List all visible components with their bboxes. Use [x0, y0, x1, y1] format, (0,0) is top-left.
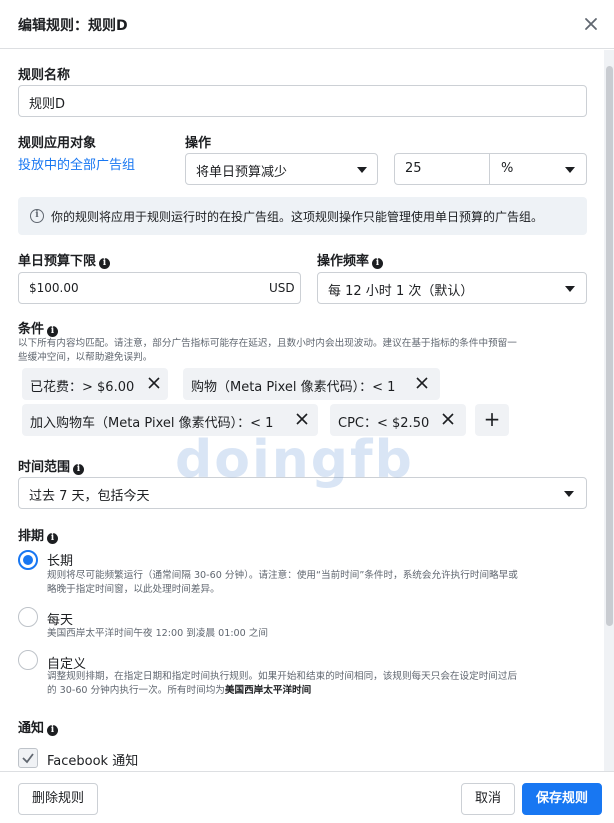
min-budget-label-text: 单日预算下限 [18, 254, 97, 269]
info-icon[interactable]: i [47, 725, 59, 736]
delete-rule-button[interactable]: 删除规则 [18, 783, 98, 815]
min-budget-label: 单日预算下限 i [18, 250, 111, 269]
chevron-down-icon [357, 167, 367, 173]
schedule-description-text: 的 30-60 分钟内执行一次。所有时间均为 [47, 685, 225, 696]
condition-chip[interactable]: 购物（Meta Pixel 像素代码）：< 1 [183, 368, 440, 400]
action-amount-group: 25 % [394, 153, 587, 185]
close-icon[interactable] [580, 13, 602, 35]
rule-name-value: 规则D [29, 97, 66, 112]
info-icon[interactable]: i [99, 258, 111, 269]
cancel-button[interactable]: 取消 [461, 783, 515, 815]
notify-label-text: 通知 [18, 721, 45, 736]
dialog-header: 编辑规则：规则D [0, 0, 614, 49]
scrollbar-thumb[interactable] [606, 66, 613, 626]
schedule-label: 排期 i [18, 525, 59, 544]
time-range-label-text: 时间范围 [18, 460, 71, 475]
info-icon[interactable]: i [372, 258, 384, 269]
divider [489, 154, 490, 184]
condition-chip-text: CPC：< $2.50 [338, 416, 430, 431]
dialog-body: 规则名称 规则D 规则应用对象 投放中的全部广告组 操作 将单日预算减少 25 … [0, 50, 604, 771]
scrollbar[interactable] [604, 50, 614, 771]
action-selected-value: 将单日预算减少 [196, 165, 288, 180]
conditions-description-line: 些缓冲空间，以帮助避免误判。 [18, 352, 153, 363]
conditions-label: 条件 i [18, 318, 59, 337]
condition-chip-text: 加入购物车（Meta Pixel 像素代码）：< 1 [30, 416, 274, 431]
applies-to-link[interactable]: 投放中的全部广告组 [18, 154, 135, 173]
action-unit-select[interactable]: % [501, 161, 513, 176]
schedule-option-description: 调整规则排期，在指定日期和指定时间执行规则。如果开始和结束的时间相同，该规则每天… [47, 670, 587, 698]
info-icon[interactable]: i [47, 326, 59, 337]
facebook-notify-checkbox[interactable] [18, 748, 38, 768]
applies-to-label: 规则应用对象 [18, 136, 97, 151]
min-budget-input[interactable]: $100.00 USD [18, 272, 301, 304]
frequency-label: 操作频率 i [317, 250, 384, 269]
info-icon[interactable]: i [47, 533, 59, 544]
currency-label: USD [269, 281, 295, 295]
timezone-emphasis: 美国西岸太平洋时间 [224, 685, 312, 696]
rule-name-label: 规则名称 [18, 68, 71, 83]
min-budget-value: $100.00 [29, 281, 79, 295]
close-icon[interactable] [145, 374, 163, 392]
notice-text: 你的规则将应用于规则运行时的在投广告组。这项规则操作只能管理使用单日预算的广告组… [51, 210, 544, 224]
schedule-radio-daily[interactable] [18, 607, 38, 627]
action-label: 操作 [185, 136, 212, 151]
schedule-description-line: 略晚于指定时间窗，以此处理时间差异。 [47, 584, 220, 595]
time-range-selected-value: 过去 7 天，包括今天 [29, 489, 150, 504]
conditions-label-text: 条件 [18, 322, 45, 337]
schedule-description-line: 调整规则排期，在指定日期和指定时间执行规则。如果开始和结束的时间相同，该规则每天… [47, 671, 518, 682]
schedule-option-title: 长期 [47, 554, 74, 569]
info-notice: i 你的规则将应用于规则运行时的在投广告组。这项规则操作只能管理使用单日预算的广… [18, 197, 587, 235]
frequency-select[interactable]: 每 12 小时 1 次（默认） [317, 272, 587, 304]
notify-label: 通知 i [18, 717, 59, 736]
action-select[interactable]: 将单日预算减少 [185, 153, 378, 185]
schedule-description-line: 规则将尽可能频繁运行（通常间隔 30-60 分钟）。请注意：使用“当前时间”条件… [47, 570, 518, 581]
schedule-radio-continuous[interactable] [18, 550, 38, 570]
dialog-footer: 删除规则 取消 保存规则 [0, 771, 614, 823]
close-icon[interactable] [413, 374, 431, 392]
rule-name-input[interactable]: 规则D [18, 85, 587, 117]
schedule-option-description: 美国西岸太平洋时间午夜 12:00 到凌晨 01:00 之间 [47, 628, 268, 639]
frequency-selected-value: 每 12 小时 1 次（默认） [328, 284, 474, 299]
action-amount-input[interactable]: 25 [405, 161, 422, 176]
chevron-down-icon [565, 286, 575, 292]
schedule-radio-custom[interactable] [18, 650, 38, 670]
frequency-label-text: 操作频率 [317, 254, 370, 269]
chevron-down-icon [565, 167, 575, 173]
close-icon[interactable] [439, 410, 457, 428]
schedule-label-text: 排期 [18, 529, 45, 544]
save-rule-button[interactable]: 保存规则 [522, 783, 602, 815]
schedule-option-title: 每天 [47, 613, 74, 628]
add-condition-button[interactable]: + [475, 404, 509, 436]
facebook-notify-label: Facebook 通知 [47, 754, 139, 769]
chevron-down-icon [564, 491, 574, 497]
info-icon: i [30, 209, 44, 223]
condition-chip-text: 已花费：> $6.00 [30, 380, 135, 395]
info-icon[interactable]: i [73, 464, 85, 475]
conditions-description: 以下所有内容均匹配。请注意，部分广告指标可能存在延迟，且数小时内会出现波动。建议… [18, 337, 590, 365]
condition-chip-text: 购物（Meta Pixel 像素代码）：< 1 [191, 380, 396, 395]
close-icon[interactable] [293, 410, 311, 428]
condition-chip[interactable]: 已花费：> $6.00 [22, 368, 168, 400]
dialog-title: 编辑规则：规则D [18, 18, 128, 34]
schedule-description-line: 的 30-60 分钟内执行一次。所有时间均为美国西岸太平洋时间 [47, 684, 587, 698]
time-range-label: 时间范围 i [18, 456, 85, 475]
watermark: doingfb [175, 430, 414, 490]
schedule-option-description: 规则将尽可能频繁运行（通常间隔 30-60 分钟）。请注意：使用“当前时间”条件… [47, 569, 587, 597]
conditions-description-line: 以下所有内容均匹配。请注意，部分广告指标可能存在延迟，且数小时内会出现波动。建议… [18, 338, 517, 349]
checkmark-icon [22, 753, 34, 764]
